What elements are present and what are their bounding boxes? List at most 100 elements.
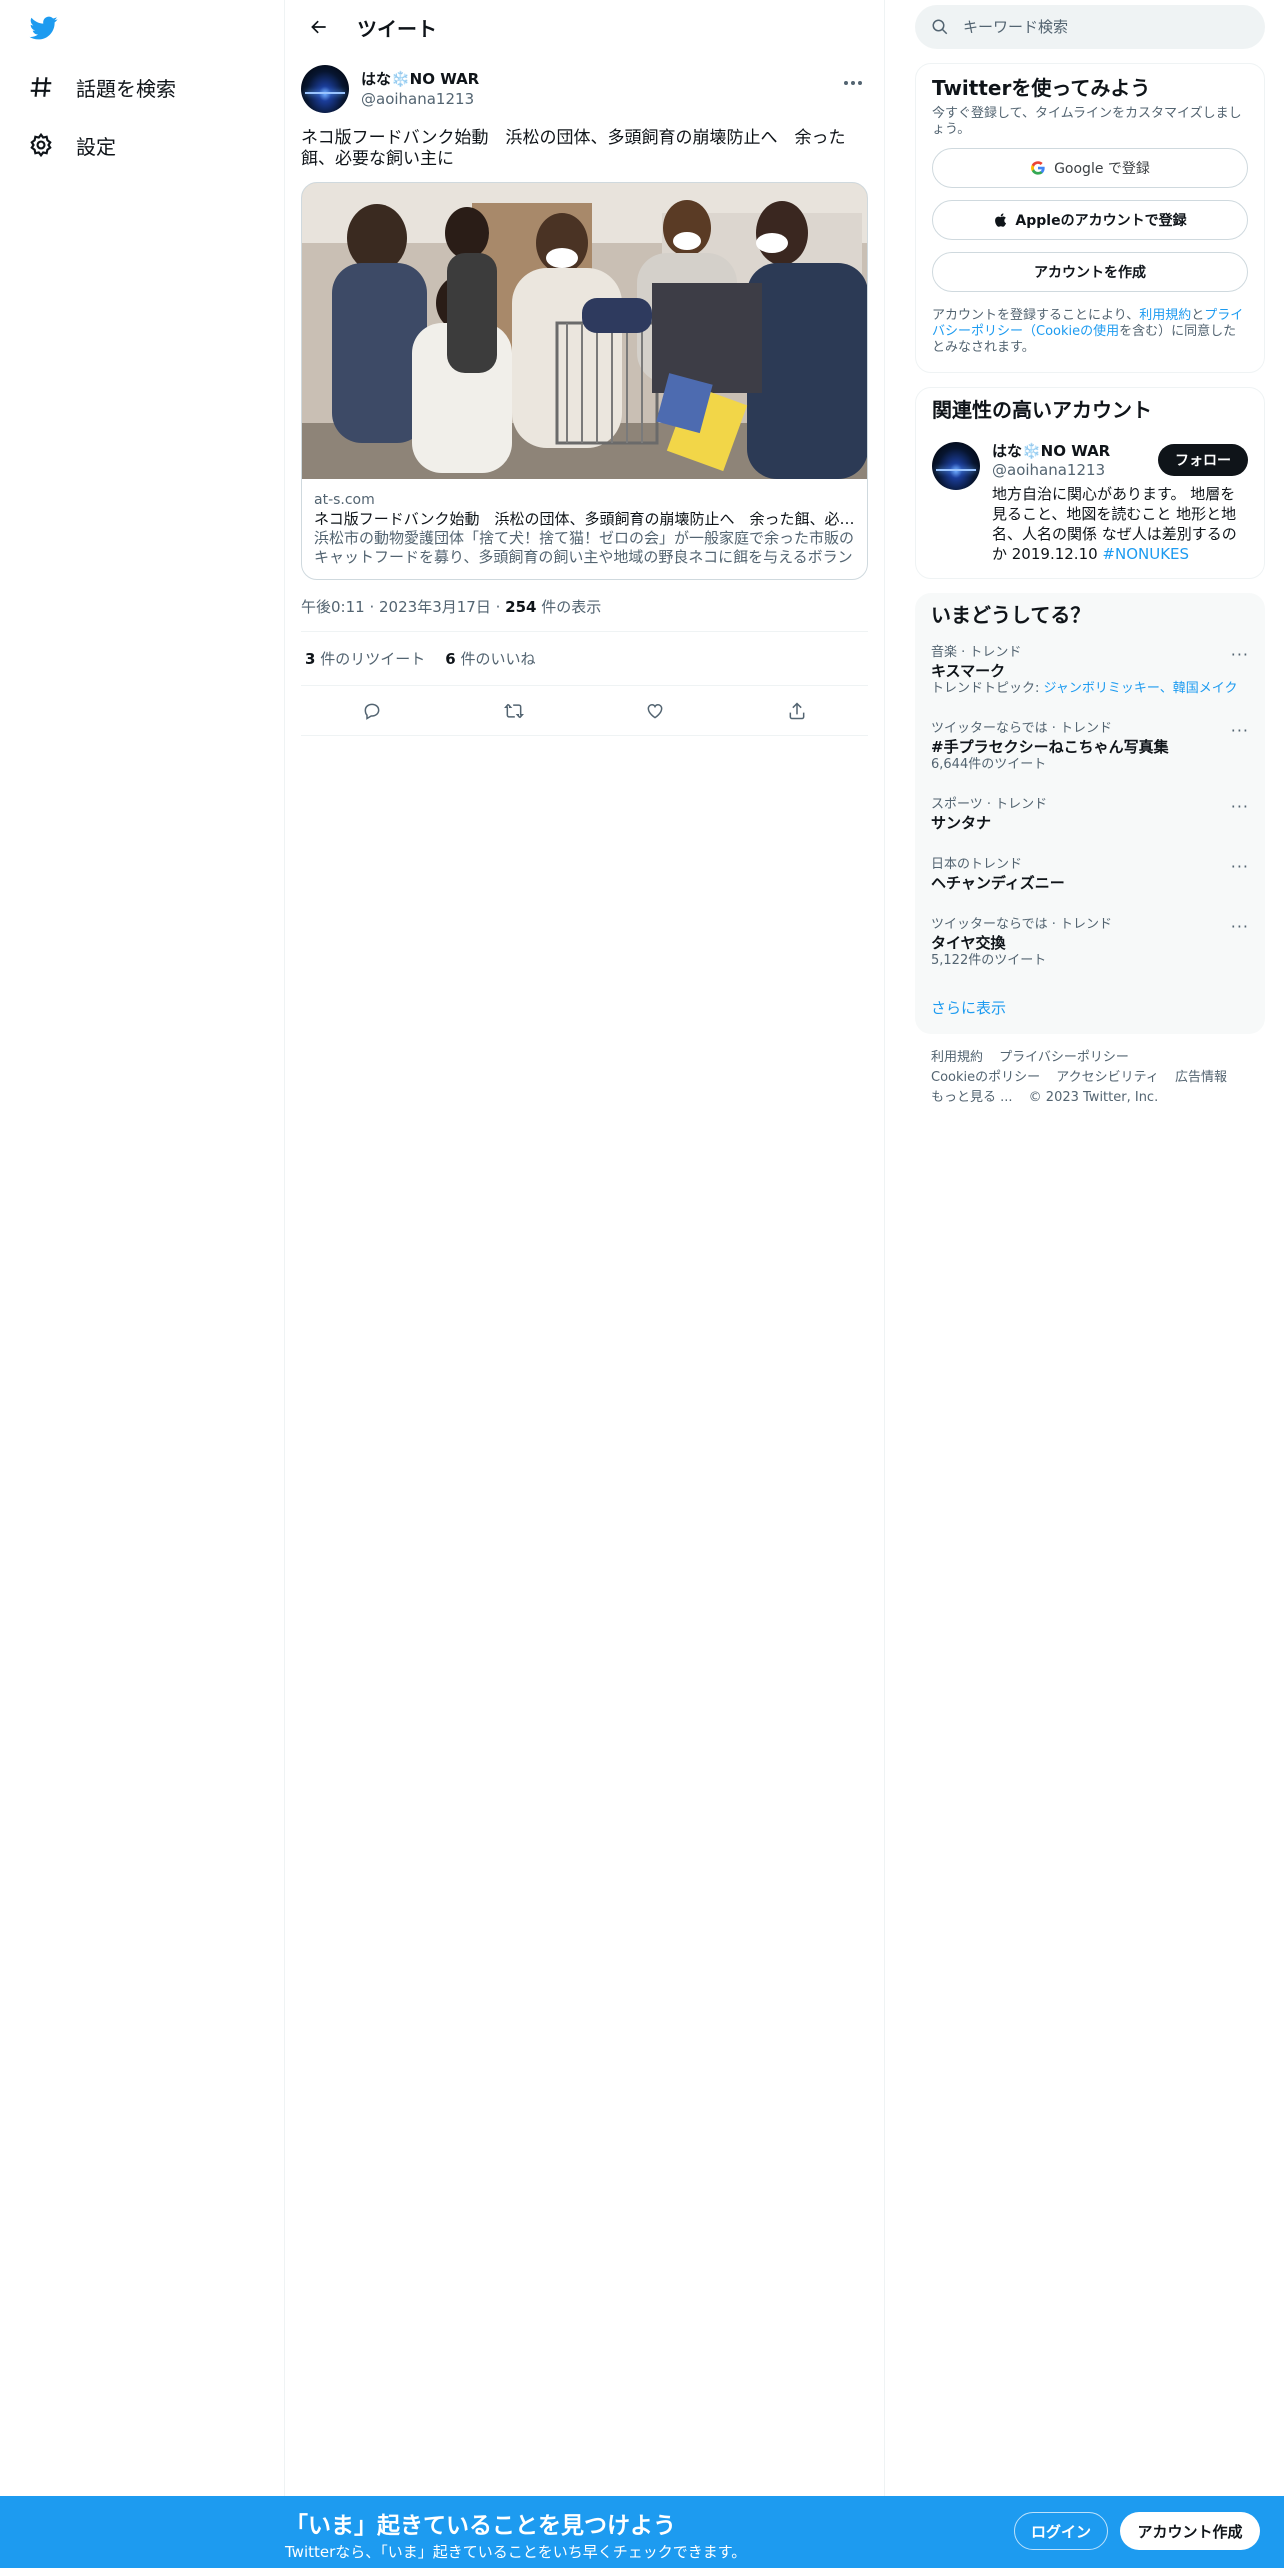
likes-count: 6 — [445, 650, 456, 668]
terms-text-2: と — [1191, 308, 1205, 323]
signup-description: 今すぐ登録して、タイムラインをカスタマイズしましょう。 — [932, 106, 1242, 137]
author-handle[interactable]: @aoihana1213 — [361, 89, 479, 109]
terms-text-1: アカウントを登録することにより、 — [932, 308, 1140, 323]
related-avatar[interactable] — [932, 442, 980, 490]
card-domain: at-s.com — [314, 492, 375, 508]
retweets-label: 件のリツイート — [320, 650, 426, 668]
retweets-count: 3 — [305, 650, 316, 668]
main-column: ツイート はな❄️NO WAR @aoihana1213 ネコ版フードバンク始動… — [285, 0, 885, 2500]
share-button[interactable] — [779, 693, 815, 729]
footer-link[interactable]: 利用規約 — [931, 1050, 983, 1065]
tweet-more-button[interactable] — [838, 68, 868, 98]
author-name[interactable]: はな❄️NO WAR — [361, 69, 479, 89]
footer-link[interactable]: プライバシーポリシー — [999, 1050, 1129, 1065]
trend-more-icon[interactable]: ··· — [1231, 857, 1249, 876]
card-title: ネコ版フードバンク始動 浜松の団体、多頭飼育の崩壊防止へ 余った餌、必要な飼い主… — [314, 510, 855, 528]
trend-tweet-count: 5,122件のツイート — [931, 953, 1047, 968]
signup-button[interactable]: アカウント作成 — [1120, 2512, 1260, 2550]
follow-button[interactable]: フォロー — [1158, 444, 1248, 476]
tweet-date[interactable]: 2023年3月17日 — [379, 598, 491, 616]
retweet-button[interactable] — [496, 693, 532, 729]
google-icon — [1031, 161, 1045, 175]
nav-explore-label: 話題を検索 — [76, 76, 176, 101]
trend-more-icon[interactable]: ··· — [1231, 917, 1249, 936]
trend-item[interactable]: 日本のトレンド ヘチャンディズニー ··· — [915, 845, 1265, 905]
signup-terms: アカウントを登録することにより、利用規約とプライバシーポリシー（Cookieの使… — [932, 308, 1248, 356]
tweet-text: ネコ版フードバンク始動 浜松の団体、多頭飼育の崩壊防止へ 余った餌、必要な飼い主… — [301, 128, 846, 169]
trend-tweet-count: 6,644件のツイート — [931, 757, 1047, 772]
twitter-logo-icon[interactable] — [28, 14, 60, 42]
more-icon — [844, 81, 862, 85]
nav-explore[interactable]: 話題を検索 — [28, 67, 176, 107]
apple-signup-button[interactable]: Appleのアカウントで登録 — [932, 200, 1248, 240]
related-accounts-panel: 関連性の高いアカウント はな❄️NO WAR @aoihana1213 地方自治… — [915, 387, 1265, 579]
reply-icon — [364, 703, 380, 720]
trends-panel: いまどうしてる？ 音楽 · トレンド キスマーク トレンドトピック: ジャンボリ… — [915, 593, 1265, 1034]
likes-label: 件のいいね — [460, 650, 536, 668]
nav-settings[interactable]: 設定 — [28, 125, 116, 165]
copyright: © 2023 Twitter, Inc. — [1028, 1090, 1159, 1105]
create-account-button[interactable]: アカウントを作成 — [932, 252, 1248, 292]
trend-category: ツイッターならでは · トレンド — [931, 721, 1113, 736]
google-signup-button[interactable]: Google で登録 — [932, 148, 1248, 188]
trend-more-icon[interactable]: ··· — [1231, 797, 1249, 816]
trend-category: ツイッターならでは · トレンド — [931, 917, 1113, 932]
trend-more-icon[interactable]: ··· — [1231, 721, 1249, 740]
related-account[interactable]: はな❄️NO WAR @aoihana1213 地方自治に関心があります。 地層… — [932, 442, 1248, 564]
link-card[interactable]: at-s.com ネコ版フードバンク始動 浜松の団体、多頭飼育の崩壊防止へ 余っ… — [301, 182, 868, 580]
card-description: 浜松市の動物愛護団体「捨て犬！捨て猫！ゼロの会」が一般家庭で余った市販のキャット… — [314, 529, 855, 566]
trend-item[interactable]: ツイッターならでは · トレンド #手プラセクシーねこちゃん写真集 6,644件… — [915, 709, 1265, 785]
trend-name: キスマーク — [931, 662, 1006, 680]
like-button[interactable] — [637, 693, 673, 729]
right-sidebar: Twitterを使ってみよう 今すぐ登録して、タイムラインをカスタマイズしましょ… — [915, 0, 1265, 1122]
login-button[interactable]: ログイン — [1014, 2512, 1108, 2550]
terms-link[interactable]: 利用規約 — [1139, 308, 1191, 323]
trend-sub: トレンドトピック: ジャンボリミッキー、韓国メイク — [931, 681, 1249, 697]
card-image — [302, 183, 867, 479]
trend-item[interactable]: スポーツ · トレンド サンタナ ··· — [915, 785, 1265, 845]
trend-category: 日本のトレンド — [931, 857, 1023, 872]
avatar[interactable] — [301, 65, 349, 113]
likes-stat[interactable]: 6 件のいいね — [445, 648, 535, 669]
trend-name: ヘチャンディズニー — [931, 874, 1065, 892]
trend-item[interactable]: ツイッターならでは · トレンド タイヤ交換 5,122件のツイート ··· — [915, 905, 1265, 981]
back-button[interactable] — [301, 9, 337, 45]
footer-link[interactable]: Cookieのポリシー — [931, 1070, 1040, 1085]
trend-name: サンタナ — [931, 814, 992, 832]
trend-more-icon[interactable]: ··· — [1231, 645, 1249, 664]
page-title: ツイート — [357, 16, 437, 41]
card-photo-illustration — [302, 183, 867, 479]
views-count: 254 — [505, 598, 537, 616]
trend-topic-link[interactable]: ジャンボリミッキー、韓国メイク — [1044, 681, 1238, 696]
trend-category: 音楽 · トレンド — [931, 645, 1022, 660]
tweet-time[interactable]: 午後0:11 — [301, 598, 365, 616]
footer-more-link[interactable]: もっと見る ... — [931, 1090, 1013, 1105]
related-title: 関連性の高いアカウント — [932, 398, 1152, 422]
trend-name: #手プラセクシーねこちゃん写真集 — [931, 738, 1169, 756]
retweets-stat[interactable]: 3 件のリツイート — [305, 648, 425, 669]
bottom-signup-bar: 「いま」起きていることを見つけよう Twitterなら、「いま」起きていることを… — [0, 2496, 1284, 2568]
trend-name: タイヤ交換 — [931, 934, 1006, 952]
retweet-icon — [503, 703, 524, 718]
bottom-bar-subtitle: Twitterなら、「いま」起きていることをいち早くチェックできます。 — [285, 2543, 747, 2561]
search-bar[interactable] — [915, 5, 1265, 49]
trend-sub-prefix: トレンドトピック: — [931, 681, 1044, 696]
views-label: 件の表示 — [541, 598, 602, 616]
related-bio-hashtag[interactable]: #NONUKES — [1102, 545, 1189, 563]
meta-separator: · — [495, 598, 506, 616]
trend-item[interactable]: 音楽 · トレンド キスマーク トレンドトピック: ジャンボリミッキー、韓国メイ… — [915, 633, 1265, 709]
main-header: ツイート — [285, 0, 884, 54]
search-input[interactable] — [963, 18, 1223, 36]
footer-link[interactable]: アクセシビリティ — [1056, 1070, 1159, 1085]
share-icon — [789, 701, 805, 719]
tweet-stats: 3 件のリツイート 6 件のいいね — [301, 632, 868, 686]
footer: 利用規約 プライバシーポリシー Cookieのポリシー アクセシビリティ 広告情… — [915, 1034, 1265, 1122]
left-nav: 話題を検索 設定 — [0, 0, 285, 2500]
trend-category: スポーツ · トレンド — [931, 797, 1048, 812]
trends-title: いまどうしてる？ — [931, 603, 1091, 627]
tweet-author: はな❄️NO WAR @aoihana1213 — [301, 64, 868, 114]
show-more-link[interactable]: さらに表示 — [915, 981, 1265, 1034]
heart-icon — [647, 703, 663, 719]
reply-button[interactable] — [354, 693, 390, 729]
footer-link[interactable]: 広告情報 — [1175, 1070, 1227, 1085]
